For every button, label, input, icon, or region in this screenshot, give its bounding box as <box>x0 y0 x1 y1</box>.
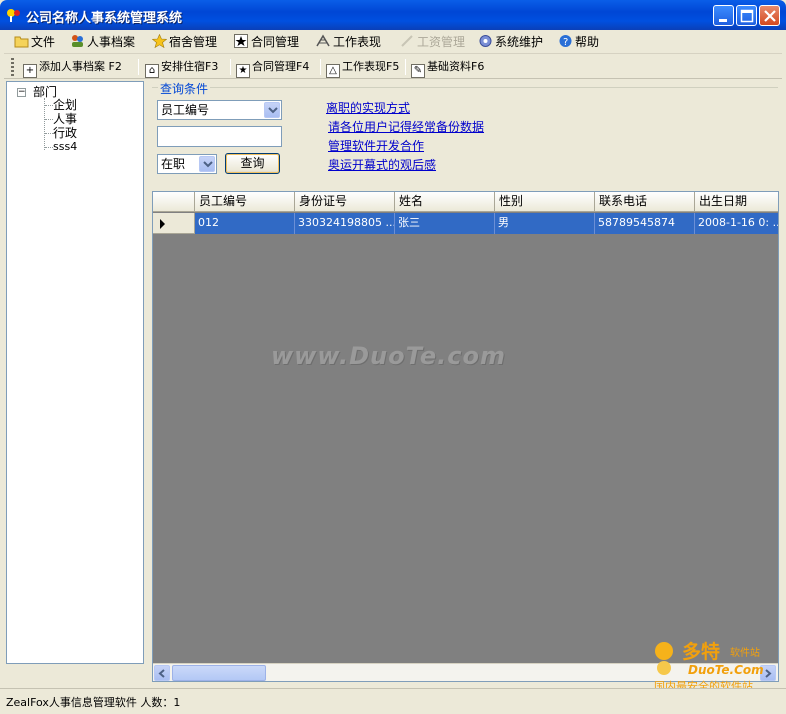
chevron-down-icon[interactable] <box>264 102 280 118</box>
contract-button[interactable]: ★ 合同管理F4 <box>236 58 309 78</box>
query-panel: 查询条件 员工编号 在职 查询 离职的实现方式 请各位用户记得经常备份数据 管理… <box>152 80 778 191</box>
table-cell[interactable]: 012 <box>195 213 295 234</box>
menu-maintenance[interactable]: 系统维护 <box>478 33 543 51</box>
employee-grid[interactable]: 员工编号 身份证号 姓名 性别 联系电话 出生日期 012 3303241988… <box>152 191 779 682</box>
field-select[interactable]: 员工编号 <box>157 100 282 120</box>
table-row[interactable]: 012 330324198805 ... 张三 男 58789545874 20… <box>153 213 778 234</box>
tree-node-hr[interactable]: 人事 <box>53 112 77 126</box>
menu-performance[interactable]: 工作表现 <box>316 33 381 51</box>
grid-header: 员工编号 身份证号 姓名 性别 联系电话 出生日期 <box>153 192 778 212</box>
home-icon: ⌂ <box>145 64 159 78</box>
toolbar-separator <box>138 59 139 75</box>
watermark: www.DuoTe.com <box>271 342 506 370</box>
column-header[interactable]: 身份证号 <box>295 192 395 212</box>
table-cell[interactable]: 58789545874 <box>595 213 695 234</box>
link-dev-cooperation[interactable]: 管理软件开发合作 <box>328 137 424 154</box>
tree-line <box>45 119 53 120</box>
minimize-icon <box>719 19 727 22</box>
add-personnel-button[interactable]: + 添加人事档案 F2 <box>23 58 122 78</box>
menu-contract[interactable]: 合同管理 <box>234 33 299 51</box>
star-icon <box>152 34 167 48</box>
status-text: ZealFox人事信息管理软件 人数：1 <box>6 696 181 709</box>
gear-icon <box>479 35 492 47</box>
logo-site: DuoTe.Com <box>688 663 764 677</box>
toolbar-separator <box>405 59 406 75</box>
query-caption: 查询条件 <box>158 80 211 97</box>
close-icon <box>764 10 776 22</box>
tree-node-sss4[interactable]: sss4 <box>53 140 77 154</box>
minimize-button[interactable] <box>713 5 734 26</box>
maximize-icon <box>740 9 754 23</box>
title-bar[interactable]: 公司名称人事系统管理系统 <box>0 0 786 30</box>
maximize-button[interactable] <box>736 5 757 26</box>
performance-button[interactable]: △ 工作表现F5 <box>326 58 399 78</box>
tree-node-planning[interactable]: 企划 <box>53 98 77 112</box>
close-button[interactable] <box>759 5 780 26</box>
folder-icon <box>14 36 29 48</box>
status-bar: ZealFox人事信息管理软件 人数：1 <box>0 688 786 714</box>
link-olympics-review[interactable]: 奥运开幕式的观后感 <box>328 156 436 173</box>
scroll-left-button[interactable] <box>154 665 170 681</box>
table-cell[interactable]: 2008-1-16 0: ... <box>695 213 778 234</box>
keyword-input[interactable] <box>157 126 282 147</box>
duote-logo: 多特 软件站 DuoTe.Com 国内最安全的软件站 <box>654 640 764 692</box>
menu-dorm[interactable]: 宿舍管理 <box>152 33 217 51</box>
performance-icon <box>316 34 330 47</box>
app-icon <box>7 9 20 22</box>
chevron-left-icon <box>158 669 165 678</box>
users-icon <box>72 35 83 47</box>
performance-icon: △ <box>326 64 340 78</box>
column-header[interactable]: 姓名 <box>395 192 495 212</box>
column-header[interactable]: 联系电话 <box>595 192 695 212</box>
menu-help[interactable]: ? 帮助 <box>558 33 599 51</box>
add-icon: + <box>23 64 37 78</box>
link-resignation[interactable]: 离职的实现方式 <box>326 99 410 116</box>
table-cell[interactable]: 张三 <box>395 213 495 234</box>
menu-salary[interactable]: 工资管理 <box>400 33 465 51</box>
logo-suffix: 软件站 <box>730 646 760 659</box>
logo-name: 多特 <box>682 640 720 663</box>
contract-icon: ★ <box>236 64 250 78</box>
tree-node-root[interactable]: 部门 <box>33 85 57 99</box>
column-header[interactable]: 员工编号 <box>195 192 295 212</box>
toolbar: + 添加人事档案 F2 ⌂ 安排住宿F3 ★ 合同管理F4 △ 工作表现F5 ✎ 基础资料… <box>4 55 782 79</box>
table-cell[interactable]: 330324198805 ... <box>295 213 395 234</box>
tree-line <box>45 133 53 134</box>
basic-data-button[interactable]: ✎ 基础资料F6 <box>411 58 484 78</box>
toolbar-separator <box>320 59 321 75</box>
search-button[interactable]: 查询 <box>225 153 280 174</box>
current-row-icon <box>160 219 165 229</box>
tree-line <box>45 105 53 106</box>
table-cell[interactable]: 男 <box>495 213 595 234</box>
menu-personnel[interactable]: 人事档案 <box>70 33 135 51</box>
column-header[interactable]: 出生日期 <box>695 192 778 212</box>
salary-icon <box>401 35 413 47</box>
status-select[interactable]: 在职 <box>157 154 217 174</box>
row-header[interactable] <box>153 213 195 234</box>
toolbar-grip[interactable] <box>11 58 14 76</box>
edit-icon: ✎ <box>411 64 425 78</box>
contract-icon <box>234 34 248 48</box>
column-header[interactable]: 性别 <box>495 192 595 212</box>
link-backup-reminder[interactable]: 请各位用户记得经常备份数据 <box>328 118 484 135</box>
department-tree[interactable]: − 部门 企划 人事 行政 sss4 <box>6 81 144 664</box>
tree-node-admin[interactable]: 行政 <box>53 126 77 140</box>
arrange-dorm-button[interactable]: ⌂ 安排住宿F3 <box>145 58 218 78</box>
chevron-down-icon[interactable] <box>199 156 215 172</box>
scroll-thumb[interactable] <box>172 665 266 681</box>
collapse-toggle[interactable]: − <box>17 88 26 97</box>
menu-file[interactable]: 文件 <box>14 33 55 51</box>
tree-line <box>45 147 53 148</box>
menu-bar: 文件 人事档案 宿舍管理 合同管理 工作表现 工资管理 系统维护 ? 帮助 <box>4 30 782 54</box>
svg-text:?: ? <box>563 37 568 48</box>
help-icon: ? <box>559 35 572 48</box>
grid-corner <box>153 192 195 212</box>
window-title: 公司名称人事系统管理系统 <box>26 11 183 26</box>
toolbar-separator <box>230 59 231 75</box>
